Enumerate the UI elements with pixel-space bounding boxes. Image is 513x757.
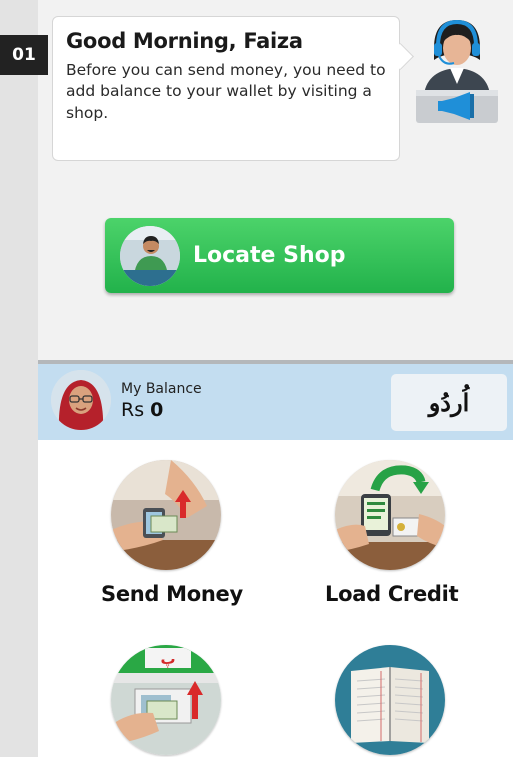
step-number-badge: 01 [0,35,48,75]
user-avatar[interactable] [51,370,111,430]
balance-label: My Balance [121,381,202,397]
sign-text: پ [160,650,175,668]
greeting-message: Before you can send money, you need to a… [66,61,386,122]
left-margin-strip [0,0,38,757]
greeting-bubble: Good Morning, Faiza Before you can send … [52,16,400,161]
load-credit-tile[interactable]: Load Credit [325,460,459,606]
balance-amount: Rs 0 [121,399,163,421]
balance-currency: Rs [121,399,145,421]
greeting-title: Good Morning, Faiza [66,29,303,53]
shopkeeper-icon [120,225,180,286]
shopkeeper-avatar [120,225,180,286]
balance-value: 0 [150,399,164,421]
send-money-icon [111,460,221,570]
woman-avatar-icon [51,370,111,430]
load-credit-label: Load Credit [325,582,459,606]
load-credit-icon [335,460,445,570]
locate-shop-label: Locate Shop [193,243,346,268]
ledger-book-tile[interactable] [325,645,455,757]
locate-shop-button[interactable]: Locate Shop [105,218,454,293]
bill-payment-icon: پ [111,645,221,755]
action-grid: Send Money Load Credit پ [38,440,513,757]
bill-payment-tile[interactable]: پ [101,645,231,757]
urdu-language-button[interactable]: اُردُو [391,374,507,431]
ledger-book-icon [335,645,445,755]
support-agent-icon [416,19,498,123]
send-money-label: Send Money [101,582,243,606]
app-screen: Good Morning, Faiza Before you can send … [38,0,513,757]
send-money-tile[interactable]: Send Money [101,460,243,606]
balance-bar: My Balance Rs 0 اُردُو [38,364,513,440]
